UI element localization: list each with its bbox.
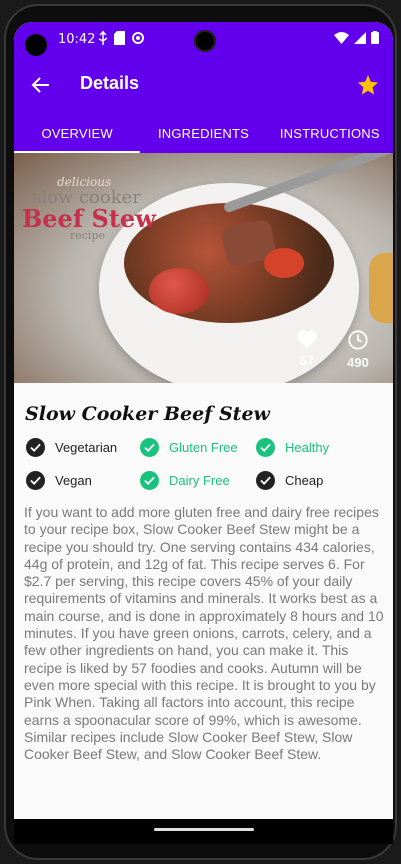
phone-frame: 10:42 Details OVERVIEW INGREDIENTS INSTR… xyxy=(4,4,397,860)
settings-icon xyxy=(132,32,144,44)
gesture-nav-bar xyxy=(14,819,393,844)
camera-cutout xyxy=(25,34,47,56)
likes-count: 57 xyxy=(299,353,315,368)
tag-healthy: Healthy xyxy=(256,438,329,457)
tag-dairy-free: Dairy Free xyxy=(140,471,230,490)
tag-label: Dairy Free xyxy=(169,473,230,488)
front-camera xyxy=(194,30,216,52)
page-title: Details xyxy=(80,73,140,93)
status-notification-icons xyxy=(98,31,145,45)
bread-shape xyxy=(369,253,393,323)
time-minutes: 490 xyxy=(347,355,369,370)
tag-label: Vegan xyxy=(55,473,92,488)
arrow-left-icon xyxy=(31,77,49,93)
check-circle-icon xyxy=(256,438,275,457)
status-bar: 10:42 xyxy=(14,22,393,56)
tab-instructions[interactable]: INSTRUCTIONS xyxy=(267,114,393,153)
check-circle-icon xyxy=(140,438,159,457)
star-icon xyxy=(357,74,379,95)
home-indicator[interactable] xyxy=(154,828,254,831)
tab-ingredients[interactable]: INGREDIENTS xyxy=(140,114,266,153)
tag-label: Vegetarian xyxy=(55,440,118,455)
tab-bar: OVERVIEW INGREDIENTS INSTRUCTIONS xyxy=(14,114,393,153)
status-system-icons xyxy=(334,31,379,44)
heart-icon xyxy=(297,330,317,349)
favorite-button[interactable] xyxy=(353,70,383,100)
potato-shape xyxy=(149,268,209,314)
recipe-image: delicious slow cooker Beef Stew recipe 5… xyxy=(14,153,393,383)
app-bar: Details xyxy=(14,56,393,114)
image-caption: delicious slow cooker Beef Stew recipe xyxy=(22,175,156,242)
tag-label: Gluten Free xyxy=(169,440,238,455)
tag-cheap: Cheap xyxy=(256,471,323,490)
usb-icon xyxy=(98,31,108,45)
recipe-title: Slow Cooker Beef Stew xyxy=(25,403,270,425)
app-screen: 10:42 Details OVERVIEW INGREDIENTS INSTR… xyxy=(14,22,393,844)
tag-gluten-free: Gluten Free xyxy=(140,438,238,457)
check-circle-icon xyxy=(140,471,159,490)
check-circle-icon xyxy=(256,471,275,490)
clock-icon xyxy=(348,330,368,350)
carrot-shape xyxy=(264,248,304,278)
tag-vegetarian: Vegetarian xyxy=(26,438,117,457)
check-circle-icon xyxy=(26,438,45,457)
back-button[interactable] xyxy=(28,72,54,98)
status-time: 10:42 xyxy=(58,32,96,47)
tag-label: Cheap xyxy=(285,473,324,488)
likes-stat: 57 xyxy=(287,329,327,368)
battery-icon xyxy=(371,31,379,44)
tag-vegan: Vegan xyxy=(26,471,92,490)
tab-overview[interactable]: OVERVIEW xyxy=(14,114,141,153)
wifi-icon xyxy=(334,31,349,44)
recipe-summary: If you want to add more gluten free and … xyxy=(24,504,384,763)
overview-content: Slow Cooker Beef Stew Vegetarian Gluten … xyxy=(14,383,393,844)
tag-label: Healthy xyxy=(285,440,330,455)
sd-card-icon xyxy=(114,31,125,45)
time-stat: 490 xyxy=(338,329,378,370)
check-circle-icon xyxy=(26,471,45,490)
signal-icon xyxy=(354,31,366,44)
